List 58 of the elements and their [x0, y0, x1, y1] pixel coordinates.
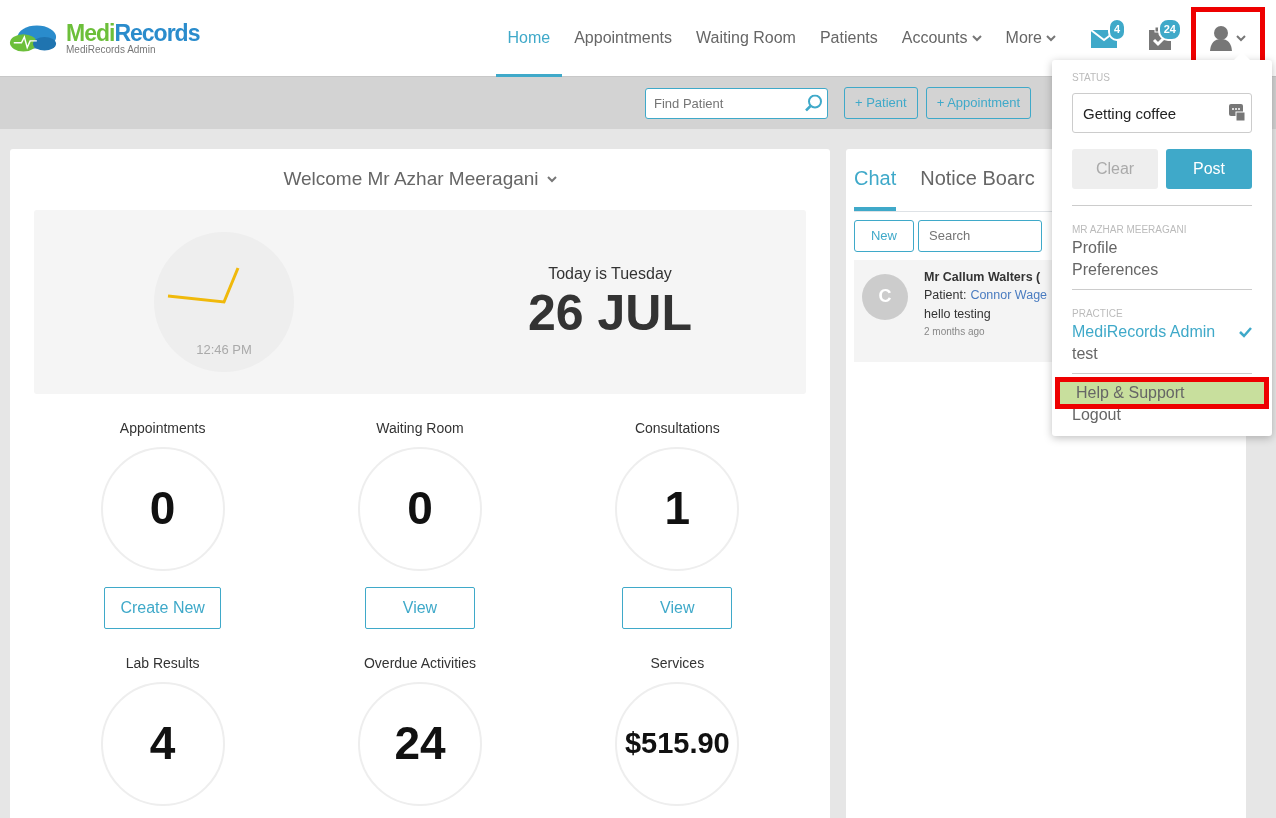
- nav-link[interactable]: Accounts: [889, 0, 994, 77]
- chat-tab[interactable]: Notice Boarc: [920, 153, 1035, 211]
- brand-name: MediRecords: [66, 21, 200, 45]
- message-text: hello testing: [924, 306, 992, 323]
- checkmark-icon: [1239, 326, 1252, 338]
- brand-subtitle: MediRecords Admin: [66, 44, 157, 55]
- user-icon: [1210, 25, 1232, 51]
- new-chat-button[interactable]: New: [854, 220, 914, 252]
- message-time: 2 months ago: [924, 324, 986, 339]
- stat-value: 0: [100, 446, 225, 571]
- post-button[interactable]: Post: [1166, 149, 1252, 189]
- chat-bubble-icon: [1229, 104, 1246, 122]
- caret-icon: [546, 175, 557, 183]
- menu-section-heading: PRACTICE: [1072, 307, 1124, 321]
- stat-button[interactable]: Create New: [104, 586, 221, 629]
- search-icon: [805, 94, 822, 112]
- chat-search-field[interactable]: Search: [918, 220, 1042, 252]
- messages-button[interactable]: 4: [1084, 18, 1124, 58]
- nav-link[interactable]: More: [993, 0, 1068, 77]
- stat-label: Services: [650, 653, 705, 673]
- menu-item[interactable]: Logout: [1072, 404, 1252, 426]
- stat-label: Appointments: [119, 418, 206, 438]
- stat-label: Overdue Activities: [363, 653, 476, 673]
- date-label: 26 JUL: [528, 286, 692, 341]
- stat-label: Lab Results: [125, 653, 200, 673]
- nav-link[interactable]: Appointments: [562, 0, 685, 77]
- stat-value: 24: [358, 681, 482, 806]
- tasks-button[interactable]: 24: [1140, 18, 1180, 58]
- message-sender: Mr Callum Walters (: [924, 268, 1042, 286]
- stat-button[interactable]: View: [622, 586, 733, 629]
- welcome-dropdown[interactable]: Welcome Mr Azhar Meeragani: [283, 157, 557, 202]
- status-field[interactable]: Getting coffee: [1072, 93, 1252, 133]
- clock-hands-icon: [166, 265, 240, 304]
- stat-value: 0: [358, 446, 482, 571]
- count-badge: 24: [1157, 18, 1182, 41]
- stat-button[interactable]: View: [365, 586, 475, 629]
- status-heading: STATUS: [1072, 71, 1111, 85]
- menu-item[interactable]: Preferences: [1072, 259, 1252, 281]
- count-badge: 4: [1107, 18, 1126, 41]
- chat-tab[interactable]: Chat: [854, 153, 897, 211]
- menu-item[interactable]: Profile: [1072, 237, 1252, 259]
- nav-link[interactable]: Waiting Room: [684, 0, 808, 77]
- stat-label: Consultations: [634, 418, 720, 438]
- caret-icon: [1236, 34, 1246, 42]
- find-patient-field[interactable]: Find Patient: [645, 87, 828, 119]
- patient-link[interactable]: Connor Wage: [970, 286, 1048, 305]
- clock-time: 12:46 PM: [195, 341, 253, 359]
- stat-value: 4: [100, 681, 225, 806]
- day-label: Today is Tuesday: [548, 264, 672, 284]
- menu-item[interactable]: MediRecords Admin: [1072, 321, 1252, 343]
- menu-item[interactable]: test: [1072, 343, 1252, 365]
- patient-label: Patient:: [924, 287, 967, 305]
- stat-label: Waiting Room: [376, 418, 464, 438]
- nav-link[interactable]: Patients: [807, 0, 890, 77]
- menu-section-heading: MR AZHAR MEERAGANI: [1072, 223, 1188, 237]
- stat-value: 1: [615, 446, 740, 571]
- stat-value: $515.90: [615, 681, 740, 806]
- cloud-logo-icon: [8, 23, 58, 53]
